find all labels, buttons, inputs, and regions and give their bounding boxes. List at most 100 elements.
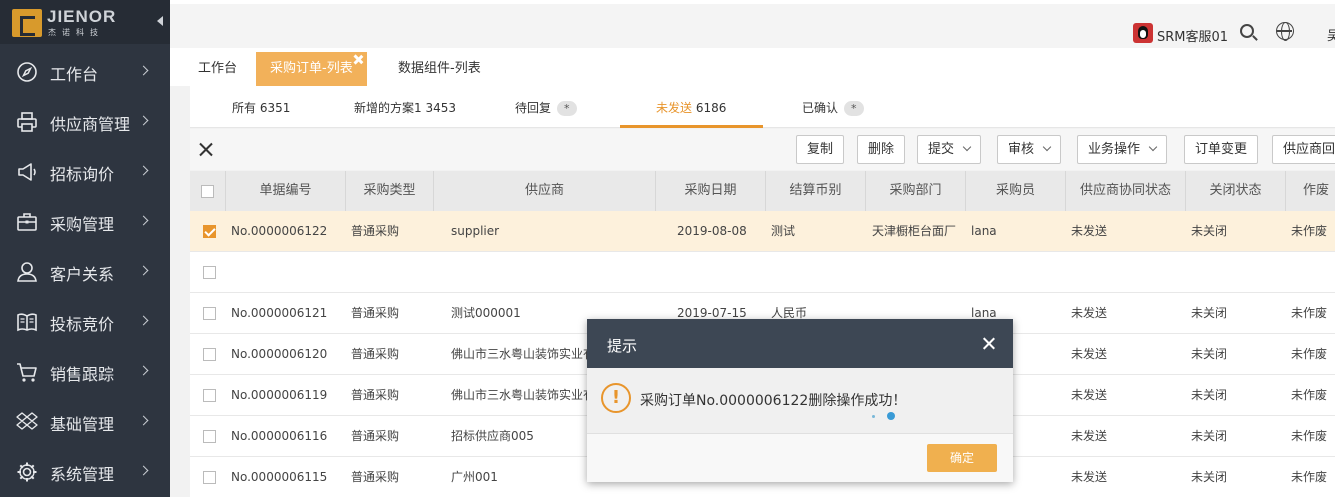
table-header: 单据编号 采购类型 供应商 采购日期 结算币别 采购部门 采购员 供应商协同状态… [190, 171, 1335, 211]
sidebar-item-purchase[interactable]: 采购管理 [0, 196, 170, 246]
copy-button[interactable]: 复制 [796, 135, 845, 164]
row-checkbox[interactable] [203, 389, 216, 402]
filter-tab-all[interactable]: 所有 6351 [232, 99, 290, 116]
sidebar-item-workbench[interactable]: 工作台 [0, 46, 170, 96]
column-header[interactable]: 采购部门 [866, 171, 966, 211]
filter-tab-confirmed[interactable]: 已确认 * [802, 99, 864, 116]
table-cell: 未作废 [1291, 429, 1328, 443]
chevron-right-icon [138, 365, 149, 376]
table-cell: 未关闭 [1191, 224, 1228, 238]
table-cell: 未发送 [1071, 224, 1108, 238]
tab-workbench[interactable]: 工作台 [198, 52, 237, 86]
column-header[interactable]: 结算币别 [766, 171, 866, 211]
table-cell: 普通采购 [351, 429, 400, 443]
row-checkbox[interactable] [203, 471, 216, 484]
table-cell [872, 252, 964, 293]
table-cell: No.0000006119 [231, 388, 328, 402]
table-cell: supplier [451, 224, 500, 238]
select-all-checkbox[interactable] [201, 185, 214, 198]
review-dropdown[interactable]: 审核 [997, 135, 1062, 164]
cart-icon [17, 363, 37, 382]
tab-purchase-order-list[interactable]: 采购订单-列表 [256, 52, 367, 86]
supplier-return-button[interactable]: 供应商回 [1272, 135, 1335, 164]
business-operations-dropdown[interactable]: 业务操作 [1077, 135, 1168, 164]
tab-data-component-list[interactable]: 数据组件-列表 [398, 52, 481, 86]
row-checkbox[interactable] [203, 348, 216, 361]
table-cell: 未关闭 [1191, 388, 1228, 402]
sidebar-item-bid-auction[interactable]: 投标竞价 [0, 296, 170, 346]
row-checkbox[interactable] [203, 225, 216, 238]
ok-button[interactable]: 确定 [927, 444, 997, 472]
column-header[interactable]: 供应商 [434, 171, 656, 211]
table-cell: 普通采购 [351, 224, 400, 238]
sidebar-item-customer[interactable]: 客户关系 [0, 246, 170, 296]
filter-label: 待回复 [515, 101, 552, 115]
sidebar-item-basic[interactable]: 基础管理 [0, 396, 170, 446]
column-header[interactable]: 作废 [1286, 171, 1335, 211]
column-header[interactable]: 供应商协同状态 [1066, 171, 1186, 211]
globe-icon[interactable] [1276, 22, 1294, 41]
submit-dropdown[interactable]: 提交 [917, 135, 982, 164]
dialog-header: 提示 [587, 319, 1013, 368]
row-checkbox[interactable] [203, 307, 216, 320]
column-header[interactable]: 采购类型 [346, 171, 434, 211]
select-all-cell [190, 171, 226, 211]
sidebar-item-sales-tracking[interactable]: 销售跟踪 [0, 346, 170, 396]
filter-label: 所有 [232, 101, 257, 115]
order-change-button[interactable]: 订单变更 [1184, 135, 1259, 164]
table-cell: 未发送 [1071, 306, 1108, 320]
table-cell: 未关闭 [1191, 470, 1228, 484]
sidebar-item-bidding-inquiry[interactable]: 招标询价 [0, 146, 170, 196]
chevron-down-icon [1148, 142, 1158, 152]
sidebar-item-system[interactable]: 系统管理 [0, 446, 170, 496]
table-cell: 未发送 [1071, 429, 1108, 443]
alert-dialog: 提示 ! 采购订单No.0000006122删除操作成功！ 确定 [587, 319, 1013, 482]
table-cell: 普通采购 [351, 470, 400, 484]
filter-tab-new-plan[interactable]: 新增的方案1 3453 [354, 99, 456, 116]
sidebar-item-label: 投标竞价 [50, 315, 115, 334]
logo-subtitle: 杰诺科技 [48, 28, 104, 37]
filter-label: 新增的方案1 [354, 101, 422, 115]
compass-icon [17, 62, 37, 82]
column-header[interactable]: 采购日期 [656, 171, 766, 211]
table-cell: 未关闭 [1191, 306, 1228, 320]
close-icon[interactable] [982, 337, 995, 350]
sidebar-item-supplier[interactable]: 供应商管理 [0, 96, 170, 146]
table-cell: 未作废 [1291, 306, 1328, 320]
filter-label: 未发送 [656, 101, 693, 115]
close-tab-icon[interactable] [353, 54, 364, 65]
column-header[interactable]: 单据编号 [226, 171, 346, 211]
chevron-right-icon [138, 115, 149, 126]
filter-tab-unsent[interactable]: 未发送 6186 [656, 99, 726, 116]
row-checkbox[interactable] [203, 266, 216, 279]
gear-icon [17, 462, 37, 482]
sidebar: JIENOR 杰诺科技 工作台 供应商管理 招标询价 采购管理 客户关系 投标竞… [0, 0, 170, 497]
table-row[interactable]: No.0000006122 普通采购 supplier 2019-08-08 测试 天津橱… [190, 211, 1335, 252]
user-name[interactable]: SRM客服01 [1157, 26, 1228, 45]
table-cell: No.0000006116 [231, 429, 328, 443]
user-menu-text[interactable]: 吴 [1327, 25, 1335, 44]
table-cell [451, 252, 651, 293]
filter-tab-pending-reply[interactable]: 待回复 * [515, 99, 577, 116]
chevron-right-icon [138, 465, 149, 476]
close-icon[interactable] [199, 142, 214, 157]
table-cell: No.0000006122 [231, 224, 328, 238]
table-cell: 未作废 [1291, 224, 1328, 238]
table-cell: 未作废 [1291, 470, 1328, 484]
sidebar-item-label: 采购管理 [50, 215, 115, 234]
delete-button[interactable]: 删除 [857, 135, 906, 164]
column-header[interactable]: 关闭状态 [1186, 171, 1286, 211]
table-cell: 天津橱柜台面厂 [872, 224, 957, 238]
filter-tabs: 所有 6351 新增的方案1 3453 待回复 * 未发送 6186 已确认 * [190, 86, 1335, 128]
logo-bar: JIENOR 杰诺科技 [0, 0, 170, 44]
printer-icon [17, 112, 37, 132]
briefcase-icon [17, 213, 37, 231]
table-cell: 测试 [771, 224, 796, 238]
row-checkbox[interactable] [203, 430, 216, 443]
search-icon[interactable] [1240, 24, 1254, 38]
collapse-sidebar-icon[interactable] [157, 16, 163, 26]
table-cell: 未作废 [1291, 388, 1328, 402]
qq-avatar-icon[interactable] [1133, 23, 1153, 43]
column-header[interactable]: 采购员 [966, 171, 1066, 211]
table-row[interactable] [190, 252, 1335, 293]
